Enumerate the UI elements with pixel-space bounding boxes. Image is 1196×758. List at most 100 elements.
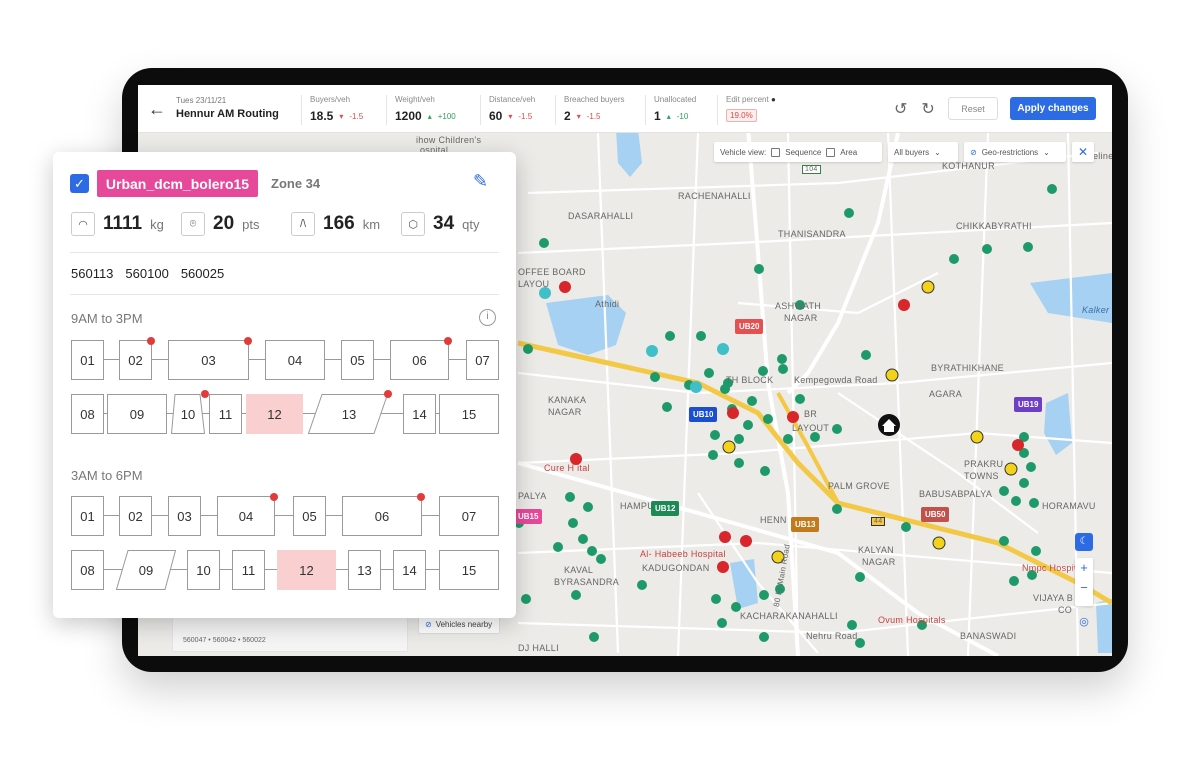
green-map-pin-icon [571, 590, 581, 600]
green-map-pin-icon [665, 331, 675, 341]
stop-slot[interactable]: 02 [119, 496, 152, 536]
slot-row: 01 02 03 04 05 06 07 [71, 337, 499, 380]
green-map-pin-icon [901, 522, 911, 532]
green-map-pin-icon [704, 368, 714, 378]
stat-delta: -1.5 [349, 111, 364, 121]
stop-slot[interactable]: 11 [232, 550, 265, 590]
slot-number: 08 [80, 406, 95, 422]
slot-number: 12 [267, 406, 282, 422]
behind-pincodes: 560047 • 560042 • 560022 [183, 637, 266, 644]
stop-slot[interactable]: 13 [348, 550, 381, 590]
stop-slot[interactable]: 10 [171, 390, 209, 434]
down-arrow-icon: ▾ [576, 111, 581, 121]
slot-number: 03 [177, 508, 192, 524]
zoom-in-button[interactable]: + [1075, 558, 1093, 578]
map-label: KALYAN [858, 545, 894, 555]
stop-slot-selected[interactable]: 12 [277, 550, 336, 590]
green-map-pin-icon [777, 354, 787, 364]
stop-slot[interactable]: 06 [390, 337, 452, 380]
question-map-pin-icon [646, 345, 658, 357]
slot-number: 15 [461, 406, 477, 422]
vehicle-select-checkbox[interactable]: ✓ [70, 174, 89, 193]
edit-pencil-icon[interactable]: ✎ [473, 171, 488, 192]
map-label: eline [1093, 151, 1112, 161]
alert-dot [201, 390, 209, 398]
stop-slot[interactable]: 04 [217, 493, 278, 536]
hub-badge[interactable]: UB19 [1014, 397, 1043, 412]
stop-slot[interactable]: 01 [71, 340, 104, 380]
stop-slot[interactable]: 04 [265, 340, 325, 380]
stop-slot[interactable]: 11 [209, 394, 242, 434]
stop-slot[interactable]: 01 [71, 496, 104, 536]
slot-number: 07 [475, 352, 490, 368]
close-map-filters-button[interactable]: ✕ [1072, 142, 1094, 162]
hub-badge[interactable]: UB50 [921, 507, 950, 522]
redo-icon[interactable]: ↻ [921, 99, 934, 119]
green-map-pin-icon [583, 502, 593, 512]
question-map-pin-icon [717, 343, 729, 355]
green-map-pin-icon [999, 536, 1009, 546]
hub-badge[interactable]: UB15 [514, 509, 543, 524]
buyers-select[interactable]: All buyers ⌄ [888, 142, 958, 162]
stop-slot[interactable]: 07 [466, 340, 499, 380]
green-map-pin-icon [708, 450, 718, 460]
sequence-checkbox[interactable] [771, 147, 781, 157]
stop-slot[interactable]: 08 [71, 550, 104, 590]
undo-icon[interactable]: ↺ [894, 99, 907, 119]
hub-badge[interactable]: UB12 [651, 501, 680, 516]
reset-button[interactable]: Reset [948, 97, 998, 120]
slot-number: 08 [80, 562, 95, 578]
metric-quantity: ⬡ 34 qty [401, 212, 479, 236]
back-arrow-icon[interactable]: ← [148, 99, 166, 120]
green-map-pin-icon [589, 632, 599, 642]
stop-slot-selected[interactable]: 12 [246, 394, 303, 434]
map-label: DASARAHALLI [568, 211, 634, 221]
stop-slot[interactable]: 13 [308, 390, 392, 434]
vehicle-name-tag[interactable]: Urban_dcm_bolero15 [97, 170, 258, 197]
stop-slot[interactable]: 14 [403, 394, 436, 434]
stop-slot[interactable]: 09 [107, 394, 167, 434]
map-label: KADUGONDAN [642, 563, 710, 573]
stop-slot[interactable]: 06 [342, 493, 425, 536]
info-icon[interactable]: ● [771, 95, 776, 104]
dark-mode-toggle[interactable]: ☾ [1075, 533, 1093, 551]
stop-slot[interactable]: 08 [71, 394, 104, 434]
zoom-out-button[interactable]: − [1075, 578, 1093, 598]
green-map-pin-icon [734, 434, 744, 444]
stop-slot[interactable]: 15 [439, 394, 499, 434]
green-map-pin-icon [662, 402, 672, 412]
slot-number: 06 [412, 352, 427, 368]
stop-slot[interactable]: 05 [293, 496, 326, 536]
green-map-pin-icon [759, 632, 769, 642]
apply-changes-button[interactable]: Apply changes [1010, 97, 1096, 120]
stop-slot[interactable]: 03 [168, 337, 252, 380]
zoom-controls: + − [1075, 558, 1093, 606]
locate-me-icon[interactable]: ◎ [1077, 615, 1091, 629]
stop-slot[interactable]: 07 [439, 496, 499, 536]
hub-badge[interactable]: UB10 [689, 407, 718, 422]
green-map-pin-icon [795, 394, 805, 404]
area-checkbox[interactable] [826, 147, 836, 157]
stop-slot[interactable]: 10 [187, 550, 220, 590]
stat-breached: Breached buyers 2 ▾ -1.5 [555, 95, 624, 125]
stop-slot[interactable]: 02 [119, 337, 155, 380]
info-icon[interactable]: i [479, 309, 496, 326]
stat-value: 1 [654, 109, 661, 123]
slot-number: 11 [241, 562, 256, 578]
stop-slot[interactable]: 15 [439, 550, 499, 590]
map-label: CO [1058, 605, 1073, 615]
stop-slot[interactable]: 05 [341, 340, 374, 380]
green-map-pin-icon [521, 594, 531, 604]
map-label: TH BLOCK [726, 375, 774, 385]
lake [1096, 599, 1112, 653]
geo-restrictions-select[interactable]: ⊘ Geo-restrictions ⌄ [964, 142, 1066, 162]
stop-slot[interactable]: 03 [168, 496, 201, 536]
hub-badge[interactable]: UB20 [735, 319, 764, 334]
green-map-pin-icon [734, 458, 744, 468]
stop-slot[interactable]: 09 [116, 550, 176, 590]
stop-slot[interactable]: 14 [393, 550, 426, 590]
slot-row: 01 02 03 04 05 06 07 [71, 493, 499, 536]
hub-badge[interactable]: UB13 [791, 517, 820, 532]
map-label: LAYOUT [792, 423, 830, 433]
map-label: Athidi [595, 299, 620, 309]
